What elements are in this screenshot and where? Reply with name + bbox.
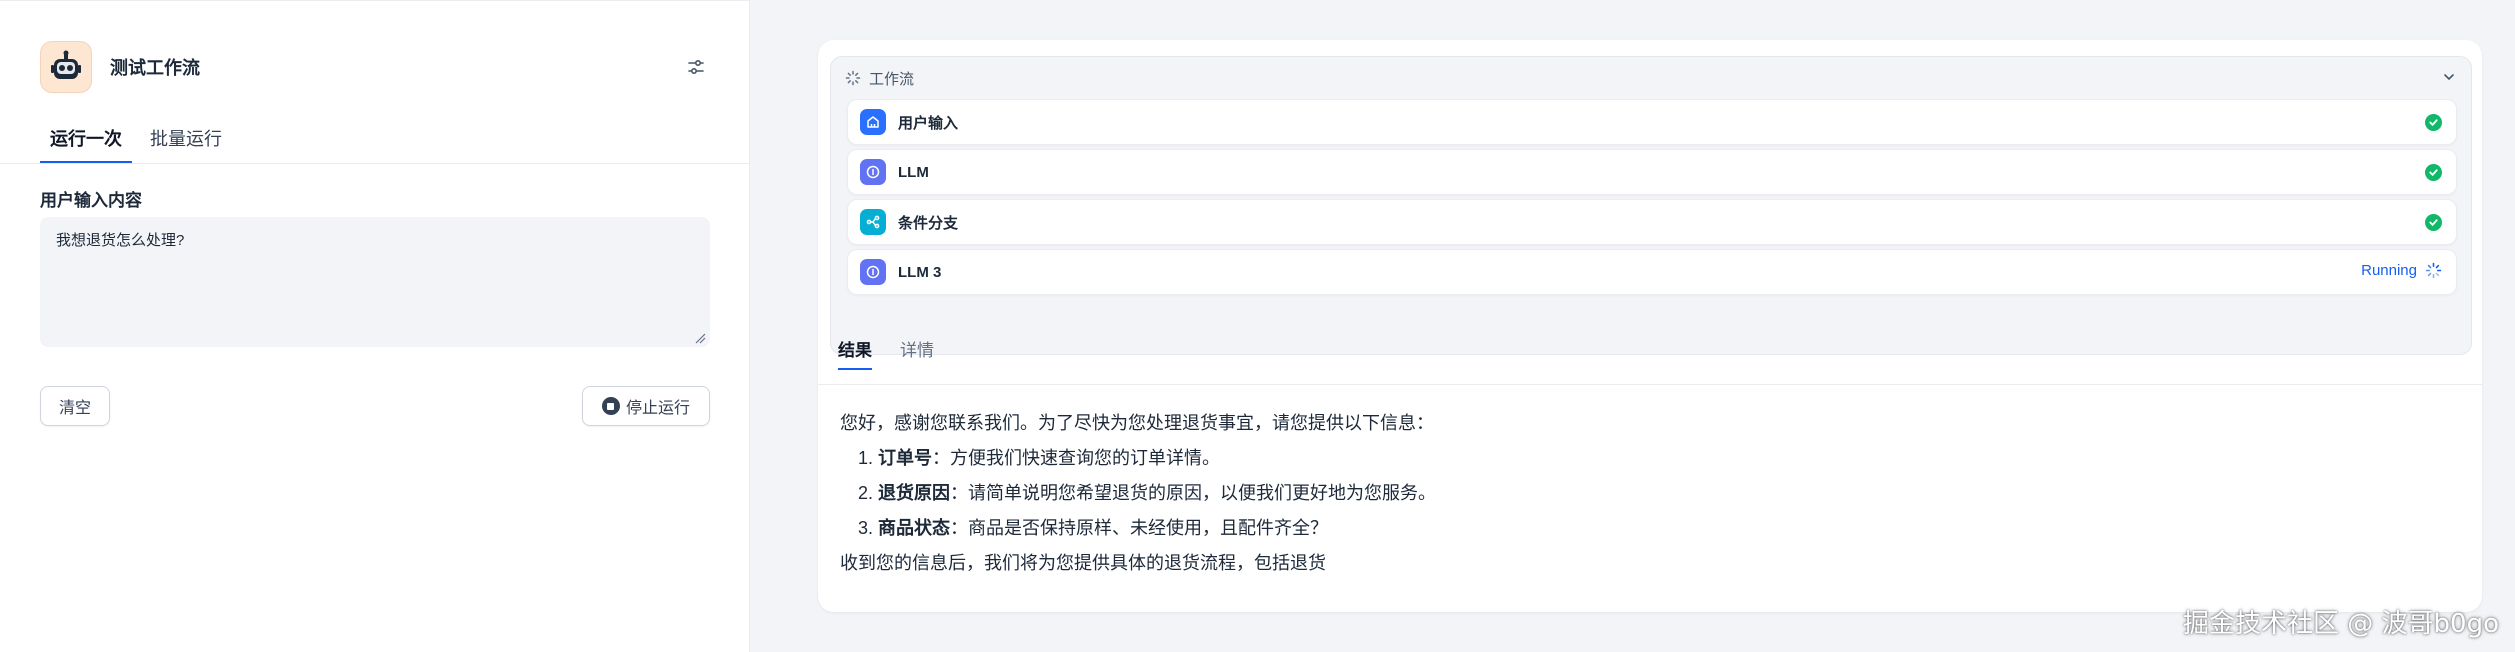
- node-status: [2425, 214, 2442, 231]
- node-name: 条件分支: [898, 214, 959, 232]
- list-item: 订单号：方便我们快速查询您的订单详情。: [878, 441, 2440, 476]
- tab-result[interactable]: 结果: [838, 324, 872, 370]
- tab-run-once[interactable]: 运行一次: [40, 121, 132, 163]
- stop-icon: [601, 397, 620, 415]
- workflow-header[interactable]: 工作流: [845, 67, 914, 89]
- node-status: Running: [2361, 262, 2442, 279]
- result-list: 订单号：方便我们快速查询您的订单详情。 退货原因：请简单说明您希望退货的原因，以…: [878, 441, 2440, 546]
- branch-icon: [860, 209, 886, 235]
- robot-icon: [40, 41, 92, 93]
- app-title: 测试工作流: [110, 58, 200, 78]
- check-circle-icon: [2425, 214, 2442, 231]
- loading-spinner-icon: [2425, 262, 2442, 279]
- tabs-divider: [818, 384, 2482, 385]
- node-name: LLM 3: [898, 263, 942, 281]
- item-title: 退货原因: [878, 483, 950, 503]
- workflow-progress-card: 工作流 用户输入 LLM 条件分支 LLM 3 Running: [830, 56, 2472, 355]
- workflow-node[interactable]: LLM 3 Running: [847, 249, 2457, 295]
- tab-detail[interactable]: 详情: [900, 324, 934, 370]
- item-title: 商品状态: [878, 518, 950, 538]
- clear-button[interactable]: 清空: [40, 386, 110, 426]
- list-item: 退货原因：请简单说明您希望退货的原因，以便我们更好地为您服务。: [878, 476, 2440, 511]
- input-label: 用户输入内容: [40, 191, 142, 210]
- running-label: Running: [2361, 262, 2417, 279]
- settings-sliders-icon[interactable]: [682, 53, 710, 81]
- item-title: 订单号: [878, 448, 932, 468]
- node-name: LLM: [898, 163, 929, 181]
- workflow-node[interactable]: LLM: [847, 149, 2457, 195]
- result-content: 您好，感谢您联系我们。为了尽快为您处理退货事宜，请您提供以下信息： 订单号：方便…: [840, 406, 2440, 581]
- run-panel: 测试工作流 运行一次 批量运行 用户输入内容 我想退货怎么处理? 清空 停止运行: [0, 0, 750, 652]
- result-panel: 工作流 用户输入 LLM 条件分支 LLM 3 Running 结果 详情 您好…: [818, 40, 2482, 612]
- node-status: [2425, 114, 2442, 131]
- check-circle-icon: [2425, 164, 2442, 181]
- result-intro: 您好，感谢您联系我们。为了尽快为您处理退货事宜，请您提供以下信息：: [840, 413, 1434, 433]
- run-mode-tabs: 运行一次 批量运行: [40, 121, 240, 163]
- tabs-divider: [0, 163, 750, 164]
- stop-run-label: 停止运行: [625, 400, 690, 417]
- user-input-textarea[interactable]: 我想退货怎么处理?: [40, 217, 710, 347]
- item-text: ：方便我们快速查询您的订单详情。: [932, 448, 1220, 468]
- list-item: 商品状态：商品是否保持原样、未经使用，且配件齐全？: [878, 511, 2440, 546]
- check-circle-icon: [2425, 114, 2442, 131]
- workflow-node[interactable]: 用户输入: [847, 99, 2457, 145]
- node-status: [2425, 164, 2442, 181]
- result-tabs: 结果 详情: [838, 324, 964, 370]
- item-text: ：商品是否保持原样、未经使用，且配件齐全？: [950, 518, 1328, 538]
- llm-icon: [860, 159, 886, 185]
- loading-spinner-icon: [845, 70, 861, 86]
- resize-handle-icon[interactable]: [694, 331, 706, 344]
- item-text: ：请简单说明您希望退货的原因，以便我们更好地为您服务。: [950, 483, 1436, 503]
- home-icon: [860, 109, 886, 135]
- workflow-node[interactable]: 条件分支: [847, 199, 2457, 245]
- workflow-title: 工作流: [869, 70, 915, 88]
- node-name: 用户输入: [898, 114, 959, 132]
- llm-icon: [860, 259, 886, 285]
- chevron-down-icon[interactable]: [2441, 69, 2457, 85]
- watermark: 掘金技术社区 @ 波哥b0go: [2183, 609, 2499, 639]
- result-outro: 收到您的信息后，我们将为您提供具体的退货流程，包括退货: [840, 553, 1326, 573]
- app-header: 测试工作流: [40, 41, 710, 93]
- stop-run-button[interactable]: 停止运行: [582, 386, 710, 426]
- tab-batch-run[interactable]: 批量运行: [140, 121, 232, 163]
